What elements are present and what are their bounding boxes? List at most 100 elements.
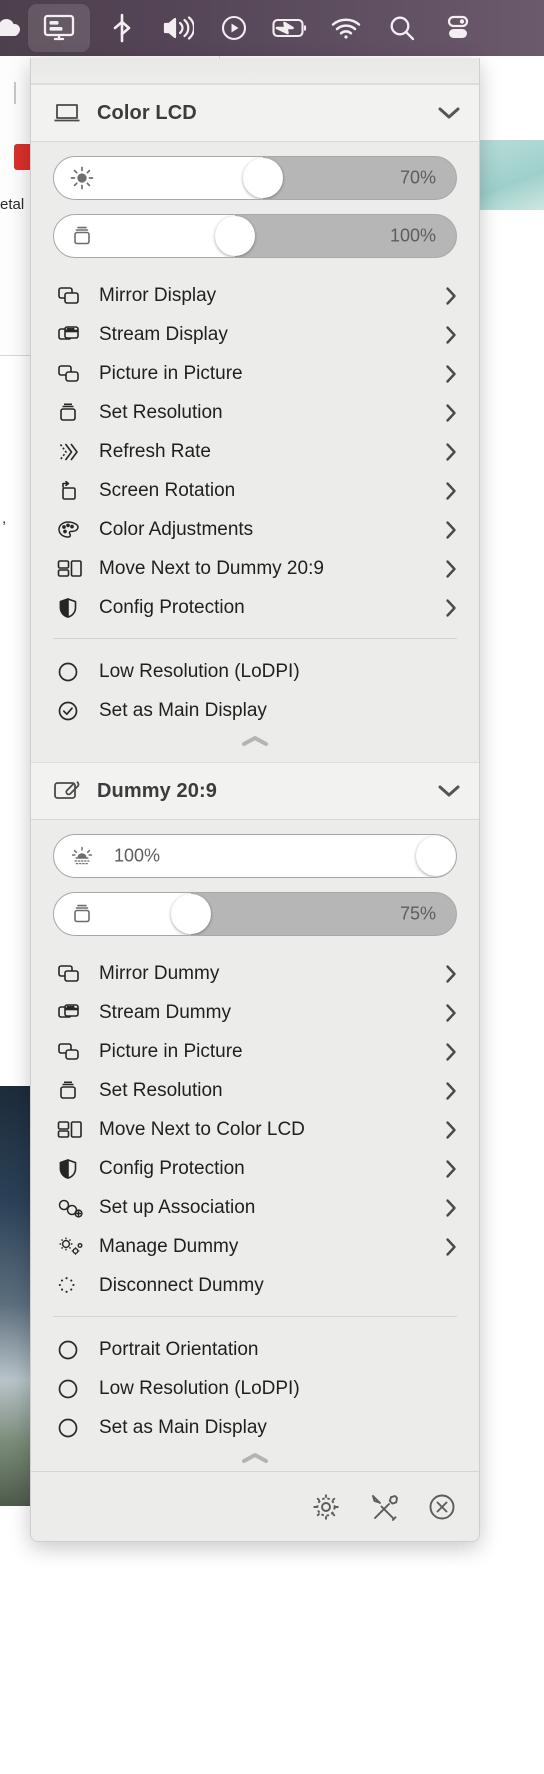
toggle-list-dummy-20-9: Portrait Orientation Low Resolution (LoD… xyxy=(31,1326,479,1449)
circle-unchecked-icon xyxy=(57,661,91,683)
menu-item-label: Move Next to Dummy 20:9 xyxy=(99,557,324,579)
toggle-item-low-resolution[interactable]: Low Resolution (LoDPI) xyxy=(31,652,479,691)
manage-dummy-icon xyxy=(57,1236,91,1258)
shield-icon xyxy=(57,1158,91,1180)
toggle-item-set-as-main-display-dummy[interactable]: Set as Main Display xyxy=(31,1408,479,1447)
contrast-slider[interactable]: 100% xyxy=(53,214,457,258)
chevron-right-icon xyxy=(445,403,461,423)
menu-item-mirror-dummy[interactable]: Mirror Dummy xyxy=(31,954,479,993)
gear-icon[interactable] xyxy=(311,1492,341,1522)
section-title: Dummy 20:9 xyxy=(97,779,217,802)
chevron-down-icon[interactable] xyxy=(437,105,461,121)
menu-item-screen-rotation[interactable]: Screen Rotation xyxy=(31,471,479,510)
menu-item-label: Mirror Dummy xyxy=(99,962,220,984)
menu-item-label: Picture in Picture xyxy=(99,362,243,384)
menu-item-picture-in-picture-dummy[interactable]: Picture in Picture xyxy=(31,1032,479,1071)
menu-item-config-protection[interactable]: Config Protection xyxy=(31,588,479,627)
toggle-item-low-resolution-dummy[interactable]: Low Resolution (LoDPI) xyxy=(31,1369,479,1408)
chevron-right-icon xyxy=(445,1159,461,1179)
chevron-right-icon xyxy=(445,1120,461,1140)
slider-thumb[interactable] xyxy=(416,836,456,876)
toggle-item-set-as-main-display[interactable]: Set as Main Display xyxy=(31,691,479,730)
stream-display-icon xyxy=(57,324,91,346)
disconnect-dummy-icon xyxy=(57,1275,91,1297)
menubar-item-control-center[interactable] xyxy=(430,6,486,50)
menu-item-stream-display[interactable]: Stream Display xyxy=(31,315,479,354)
menu-item-config-protection-dummy[interactable]: Config Protection xyxy=(31,1149,479,1188)
laptop-display-icon xyxy=(53,102,83,124)
chevron-right-icon xyxy=(445,364,461,384)
slider-row-brightness-dummy: 100% xyxy=(31,834,479,878)
menu-item-label: Stream Display xyxy=(99,323,228,345)
menubar-item-volume[interactable] xyxy=(150,6,206,50)
menu-item-disconnect-dummy[interactable]: Disconnect Dummy xyxy=(31,1266,479,1305)
chevron-right-icon xyxy=(445,1081,461,1101)
picture-in-picture-icon xyxy=(57,1041,91,1063)
slider-thumb[interactable] xyxy=(170,894,211,934)
menu-item-label: Config Protection xyxy=(99,1157,245,1179)
slider-row-contrast-dummy: 75% xyxy=(31,892,479,936)
menu-item-label: Mirror Display xyxy=(99,284,217,306)
battery-charging-icon xyxy=(272,17,308,39)
chevron-right-icon xyxy=(445,1237,461,1257)
background-text-fragment-1: etal xyxy=(0,196,25,213)
slider-value: 100% xyxy=(114,845,161,866)
toggle-item-label: Set as Main Display xyxy=(99,1416,267,1438)
menu-item-manage-dummy[interactable]: Manage Dummy xyxy=(31,1227,479,1266)
screen-rotation-icon xyxy=(57,480,91,502)
menubar-item-now-playing[interactable] xyxy=(206,6,262,50)
slider-thumb[interactable] xyxy=(214,216,255,256)
slider-row-contrast-color-lcd: 100% xyxy=(31,214,479,258)
chevron-right-icon xyxy=(445,1042,461,1062)
toggle-list-color-lcd: Low Resolution (LoDPI) Set as Main Displ… xyxy=(31,648,479,732)
popover-top-strip xyxy=(31,58,479,84)
menu-item-set-up-association[interactable]: Set up Association xyxy=(31,1188,479,1227)
set-resolution-icon xyxy=(57,1080,91,1102)
menu-item-move-next-to[interactable]: Move Next to Dummy 20:9 xyxy=(31,549,479,588)
menu-item-label: Manage Dummy xyxy=(99,1235,239,1257)
menu-item-label: Disconnect Dummy xyxy=(99,1274,264,1296)
menu-item-set-resolution-dummy[interactable]: Set Resolution xyxy=(31,1071,479,1110)
menubar-item-cloud[interactable] xyxy=(0,6,24,50)
slider-thumb[interactable] xyxy=(243,158,284,198)
chevron-right-icon xyxy=(445,286,461,306)
menubar-item-battery[interactable] xyxy=(262,6,318,50)
menu-item-stream-dummy[interactable]: Stream Dummy xyxy=(31,993,479,1032)
collapse-handle-color-lcd[interactable] xyxy=(31,732,479,762)
toggle-item-portrait-orientation[interactable]: Portrait Orientation xyxy=(31,1330,479,1369)
menu-item-set-resolution[interactable]: Set Resolution xyxy=(31,393,479,432)
menu-item-label: Stream Dummy xyxy=(99,1001,231,1023)
menu-item-picture-in-picture[interactable]: Picture in Picture xyxy=(31,354,479,393)
chevron-up-collapse-icon xyxy=(240,734,270,753)
section-header-dummy-20-9[interactable]: Dummy 20:9 xyxy=(31,762,479,820)
menubar-item-display-manager[interactable] xyxy=(28,4,90,52)
menu-list-color-lcd: Mirror Display Stream Display Picture in… xyxy=(31,272,479,629)
tools-icon[interactable] xyxy=(369,1492,399,1522)
chevron-right-icon xyxy=(445,1198,461,1218)
section-header-color-lcd[interactable]: Color LCD xyxy=(31,84,479,142)
menubar-item-wifi[interactable] xyxy=(318,6,374,50)
menu-item-refresh-rate[interactable]: Refresh Rate xyxy=(31,432,479,471)
contrast-icon xyxy=(70,224,94,248)
menu-item-move-next-to-dummy[interactable]: Move Next to Color LCD xyxy=(31,1110,479,1149)
circle-unchecked-icon xyxy=(57,1417,91,1439)
brightness-sunrise-icon xyxy=(70,844,94,868)
quit-icon[interactable] xyxy=(427,1492,457,1522)
section-body-color-lcd: 70% 100% Mirror Display Stream Display P… xyxy=(31,142,479,762)
menu-item-mirror-display[interactable]: Mirror Display xyxy=(31,276,479,315)
cloud-icon xyxy=(0,18,20,38)
chevron-right-icon xyxy=(445,481,461,501)
menubar-item-bluetooth[interactable] xyxy=(94,6,150,50)
toggle-item-label: Low Resolution (LoDPI) xyxy=(99,660,300,682)
chevron-right-icon xyxy=(445,559,461,579)
brightness-slider[interactable]: 70% xyxy=(53,156,457,200)
brightness-sun-icon xyxy=(70,166,94,190)
brightness-slider[interactable]: 100% xyxy=(53,834,457,878)
mirror-display-icon xyxy=(57,963,91,985)
set-up-association-icon xyxy=(57,1197,91,1219)
menu-item-color-adjustments[interactable]: Color Adjustments xyxy=(31,510,479,549)
menu-divider xyxy=(53,638,457,639)
contrast-slider[interactable]: 75% xyxy=(53,892,457,936)
menubar-item-spotlight[interactable] xyxy=(374,6,430,50)
chevron-down-icon[interactable] xyxy=(437,783,461,799)
